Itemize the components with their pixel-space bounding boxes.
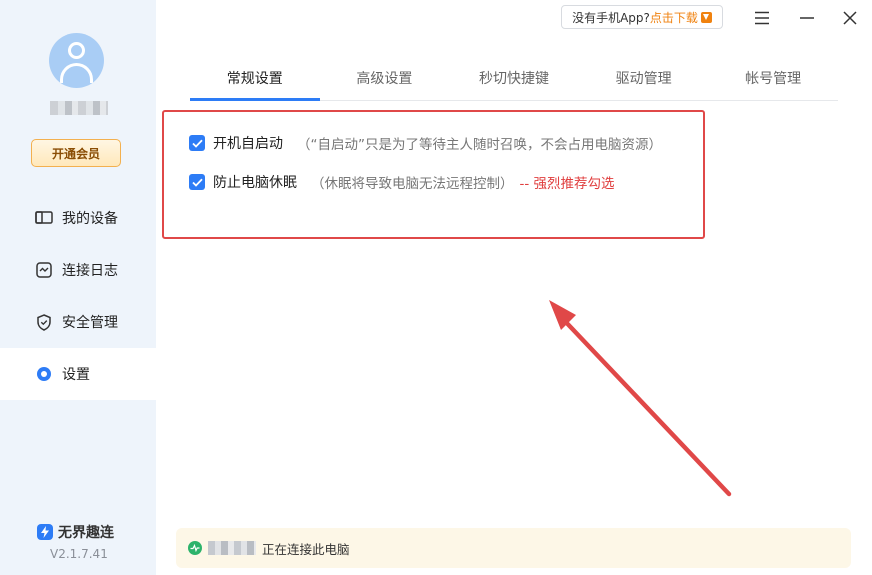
app-version: V2.1.7.41 xyxy=(50,547,108,561)
settings-dot-icon xyxy=(35,365,53,383)
sidebar-item-label: 安全管理 xyxy=(62,315,118,331)
sidebar-item-my-devices[interactable]: 我的设备 xyxy=(0,192,156,244)
sidebar: 开通会员 我的设备 连接日志 安全管理 设置 无界趣连 V2.1.7.41 xyxy=(0,0,156,575)
menu-button[interactable] xyxy=(751,8,773,28)
sidebar-item-label: 连接日志 xyxy=(62,263,118,279)
device-name-redacted xyxy=(208,541,256,555)
username-redacted xyxy=(50,101,108,115)
close-icon xyxy=(843,11,857,25)
app-download-link[interactable]: 点击下载 xyxy=(650,9,698,26)
brand-logo-icon xyxy=(37,524,53,540)
close-button[interactable] xyxy=(839,8,861,28)
tab-account-management[interactable]: 帐号管理 xyxy=(708,64,838,100)
minimize-icon xyxy=(800,17,814,19)
avatar-body-shape xyxy=(60,63,93,83)
sidebar-item-label: 我的设备 xyxy=(62,211,118,227)
brand: 无界趣连 xyxy=(37,522,114,542)
download-app-button[interactable]: 没有手机App? 点击下载 xyxy=(561,5,723,29)
minimize-button[interactable] xyxy=(796,8,818,28)
status-pulse-icon xyxy=(188,541,202,555)
menu-icon xyxy=(755,11,769,25)
sidebar-item-connection-log[interactable]: 连接日志 xyxy=(0,244,156,296)
connection-status-bar: 正在连接此电脑 xyxy=(176,528,851,568)
connection-status-text: 正在连接此电脑 xyxy=(262,541,350,557)
download-icon xyxy=(700,11,712,23)
tab-advanced-settings[interactable]: 高级设置 xyxy=(320,64,450,100)
sidebar-item-label: 设置 xyxy=(62,367,90,383)
device-icon xyxy=(35,209,53,227)
tab-driver-management[interactable]: 驱动管理 xyxy=(579,64,709,100)
sidebar-item-settings[interactable]: 设置 xyxy=(0,348,156,400)
app-download-prompt: 没有手机App? xyxy=(572,10,650,25)
tab-general-settings[interactable]: 常规设置 xyxy=(190,64,320,101)
sidebar-nav: 我的设备 连接日志 安全管理 设置 xyxy=(0,192,156,400)
settings-tabs: 常规设置 高级设置 秒切快捷键 驱动管理 帐号管理 xyxy=(190,64,838,101)
tab-hotkeys[interactable]: 秒切快捷键 xyxy=(449,64,579,100)
annotation-highlight-box xyxy=(162,110,705,239)
avatar[interactable] xyxy=(49,33,104,88)
shield-icon xyxy=(35,313,53,331)
brand-name: 无界趣连 xyxy=(58,525,114,541)
log-icon xyxy=(35,261,53,279)
avatar-head-shape xyxy=(68,42,85,59)
sidebar-item-security[interactable]: 安全管理 xyxy=(0,296,156,348)
open-vip-button[interactable]: 开通会员 xyxy=(31,139,121,167)
